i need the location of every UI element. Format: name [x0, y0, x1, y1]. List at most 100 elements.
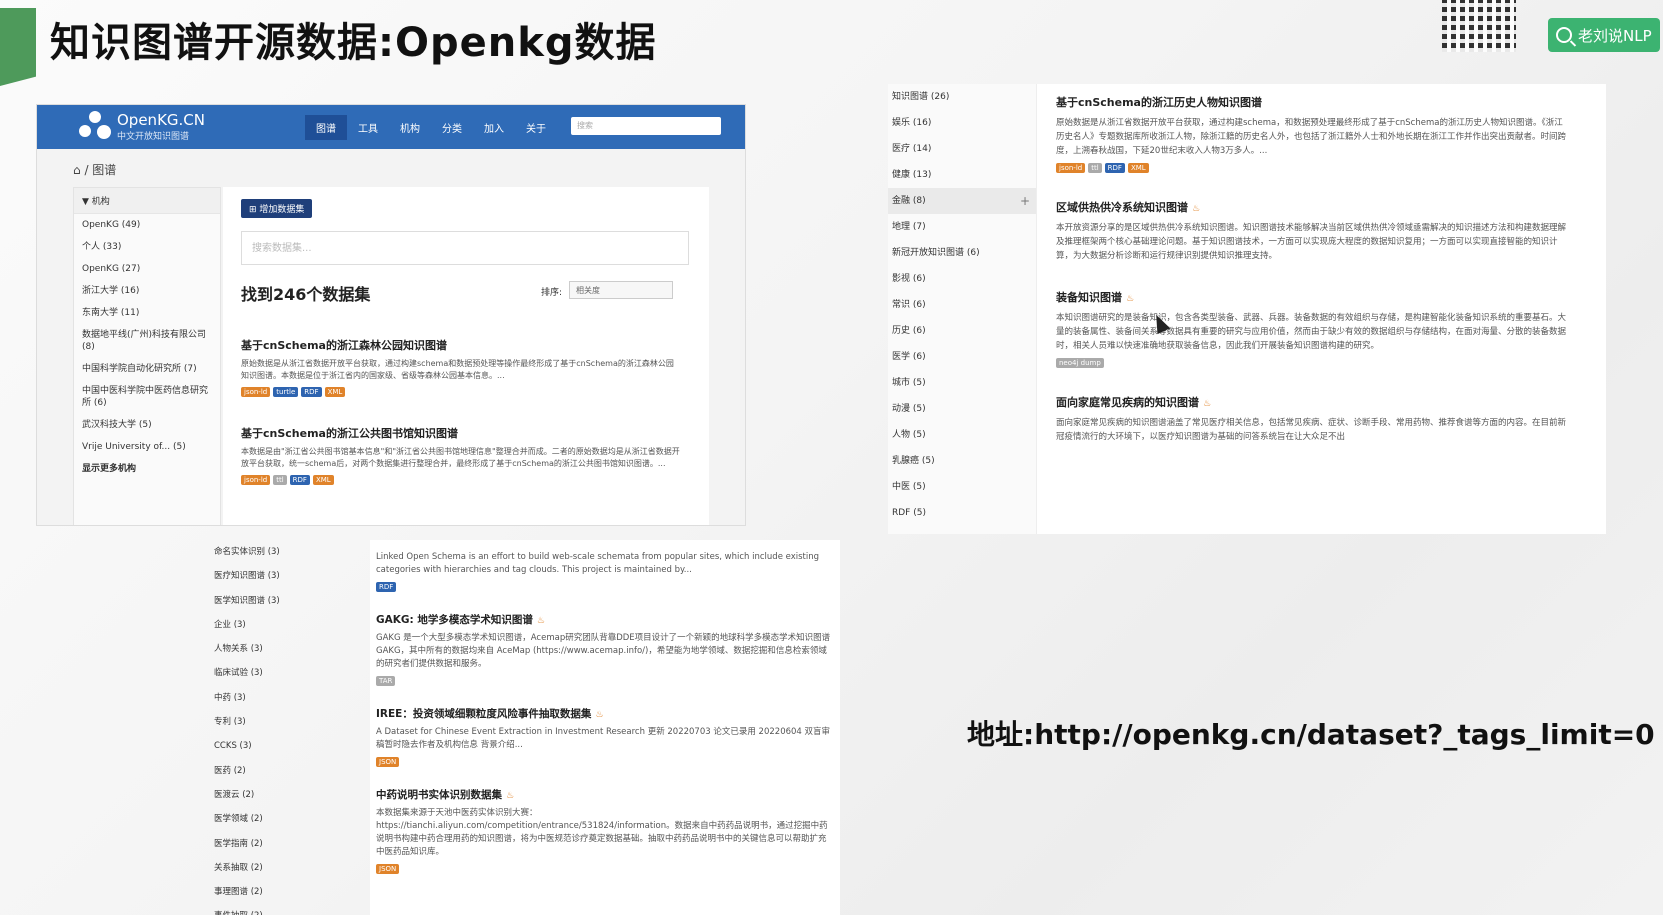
tag-item[interactable]: CCKS (3)	[200, 734, 340, 758]
dataset-item: 基于cnSchema的浙江公共图书馆知识图谱 本数据是由"浙江省公共图书馆基本信…	[241, 425, 681, 485]
dataset-results: ⊞ 增加数据集 搜索数据集... 找到246个数据集 排序: 相关度 基于cnS…	[223, 187, 709, 525]
format-tag[interactable]: json-ld	[1056, 163, 1086, 173]
menu-item-join[interactable]: 加入	[473, 115, 515, 140]
dataset-list: Linked Open Schema is an effort to build…	[370, 540, 840, 915]
format-tag[interactable]: ttl	[1088, 163, 1102, 173]
tag-item[interactable]: 事理图谱 (2)	[200, 880, 340, 904]
format-tag[interactable]: json-ld	[241, 475, 271, 485]
dataset-title[interactable]: GAKG: 地学多模态学术知识图谱	[376, 614, 533, 626]
tag-item[interactable]: 医学指南 (2)	[200, 832, 340, 856]
category-item[interactable]: 娱乐 (16)	[888, 110, 1036, 136]
tag-item[interactable]: 临床试验 (3)	[200, 661, 340, 685]
dataset-description: 本知识图谱研究的是装备知识，包含各类型装备、武器、兵器。装备数据的有效组织与存储…	[1056, 313, 1567, 351]
format-tag[interactable]: RDF	[1104, 163, 1125, 173]
openkg-logo-subtitle: 中文开放知识图谱	[117, 132, 190, 142]
facet-item[interactable]: OpenKG (49)	[74, 214, 220, 236]
add-dataset-button[interactable]: ⊞ 增加数据集	[241, 199, 313, 218]
format-tag[interactable]: ttl	[273, 475, 287, 485]
tag-item[interactable]: 医药 (2)	[200, 759, 340, 783]
facet-item[interactable]: 个人 (33)	[74, 236, 220, 258]
facet-item[interactable]: 中国科学院自动化研究所 (7)	[74, 358, 220, 380]
tag-item[interactable]: 医渡云 (2)	[200, 783, 340, 807]
tag-item[interactable]: 中药 (3)	[200, 686, 340, 710]
dataset-title[interactable]: 面向家庭常见疾病的知识图谱	[1056, 396, 1199, 409]
dataset-title[interactable]: 基于cnSchema的浙江森林公园知识图谱	[241, 337, 681, 353]
format-tag[interactable]: JSON	[376, 757, 400, 767]
menu-item-graphs[interactable]: 图谱	[305, 115, 347, 140]
menu-item-tools[interactable]: 工具	[347, 115, 389, 140]
format-tag[interactable]: JSON	[376, 864, 400, 874]
category-item[interactable]: 健康 (13)	[888, 162, 1036, 188]
category-item[interactable]: RDF (5)	[888, 500, 1036, 526]
menu-item-categories[interactable]: 分类	[431, 115, 473, 140]
format-tag[interactable]: neo4j dump	[1056, 358, 1104, 368]
format-tag[interactable]: XML	[324, 387, 346, 397]
category-item-selected[interactable]: 金融 (8)	[888, 188, 1036, 214]
dataset-item: IREE：投资领域细颗粒度风险事件抽取数据集 ♨ A Dataset for Ch…	[376, 706, 832, 767]
format-tag[interactable]: TAR	[376, 676, 396, 686]
category-item[interactable]: 医疗 (14)	[888, 136, 1036, 162]
format-tag[interactable]: RDF	[289, 475, 310, 485]
home-icon[interactable]: ⌂	[73, 163, 81, 177]
sort-select[interactable]: 相关度	[569, 281, 673, 299]
popular-flame-icon: ♨	[1126, 294, 1135, 304]
popular-flame-icon: ♨	[1203, 399, 1212, 409]
tag-item[interactable]: 医疗知识图谱 (3)	[200, 564, 340, 588]
category-item[interactable]: 乳腺癌 (5)	[888, 448, 1036, 474]
category-item[interactable]: 人物 (5)	[888, 422, 1036, 448]
category-item[interactable]: 中医 (5)	[888, 474, 1036, 500]
category-item[interactable]: 影视 (6)	[888, 266, 1036, 292]
facet-item[interactable]: Vrije University of... (5)	[74, 436, 220, 458]
tag-item[interactable]: 企业 (3)	[200, 613, 340, 637]
facet-item[interactable]: 中国中医科学院中医药信息研究所 (6)	[74, 380, 220, 414]
dataset-search-input[interactable]: 搜索数据集...	[241, 231, 689, 265]
tag-item[interactable]: 关系抽取 (2)	[200, 856, 340, 880]
tag-sidebar: 命名实体识别 (3) 医疗知识图谱 (3) 医学知识图谱 (3) 企业 (3) …	[200, 540, 340, 915]
tag-item[interactable]: 专利 (3)	[200, 710, 340, 734]
dataset-title-row: IREE：投资领域细颗粒度风险事件抽取数据集 ♨	[376, 706, 832, 721]
category-item[interactable]: 地理 (7)	[888, 214, 1036, 240]
format-tag[interactable]: turtle	[273, 387, 299, 397]
qr-code-icon	[1442, 0, 1516, 52]
category-item[interactable]: 历史 (6)	[888, 318, 1036, 344]
dataset-item: 装备知识图谱 ♨ 本知识图谱研究的是装备知识，包含各类型装备、武器、兵器。装备数据…	[1056, 289, 1566, 368]
dataset-title[interactable]: 装备知识图谱	[1056, 291, 1122, 304]
tag-item[interactable]: 命名实体识别 (3)	[200, 540, 340, 564]
facet-item[interactable]: 浙江大学 (16)	[74, 280, 220, 302]
category-item[interactable]: 医学 (6)	[888, 344, 1036, 370]
tag-item[interactable]: 人物关系 (3)	[200, 637, 340, 661]
dataset-title[interactable]: 中药说明书实体识别数据集	[376, 789, 502, 801]
show-more-orgs-link[interactable]: 显示更多机构	[74, 458, 220, 480]
dataset-description: 原始数据是从浙江省数据开放平台获取，通过构建schema，和数据预处理最终形成了…	[1056, 118, 1567, 156]
openkg-search-input[interactable]: 搜索	[571, 117, 721, 135]
tag-item[interactable]: 医学知识图谱 (3)	[200, 589, 340, 613]
menu-item-about[interactable]: 关于	[515, 115, 557, 140]
menu-item-orgs[interactable]: 机构	[389, 115, 431, 140]
dataset-title-row: 中药说明书实体识别数据集 ♨	[376, 787, 832, 802]
format-tag[interactable]: XML	[312, 475, 334, 485]
facet-item[interactable]: 武汉科技大学 (5)	[74, 414, 220, 436]
openkg-logo-title[interactable]: OpenKG.CN	[117, 111, 205, 129]
format-tag[interactable]: json-ld	[241, 387, 271, 397]
facet-item[interactable]: 东南大学 (11)	[74, 302, 220, 324]
category-item[interactable]: 常识 (6)	[888, 292, 1036, 318]
dataset-title[interactable]: 基于cnSchema的浙江公共图书馆知识图谱	[241, 425, 681, 441]
dataset-title[interactable]: 区域供热供冷系统知识图谱	[1056, 201, 1188, 214]
format-tag[interactable]: RDF	[376, 582, 397, 592]
dataset-title[interactable]: IREE：投资领域细颗粒度风险事件抽取数据集	[376, 708, 591, 720]
openkg-logo-icon[interactable]	[79, 111, 111, 143]
category-item[interactable]: 新冠开放知识图谱 (6)	[888, 240, 1036, 266]
facet-item[interactable]: OpenKG (27)	[74, 258, 220, 280]
category-item[interactable]: 动漫 (5)	[888, 396, 1036, 422]
breadcrumb-label[interactable]: / 图谱	[84, 163, 116, 177]
category-item[interactable]: 城市 (5)	[888, 370, 1036, 396]
format-tag[interactable]: XML	[1127, 163, 1149, 173]
tag-item[interactable]: 医学领域 (2)	[200, 807, 340, 831]
tag-item[interactable]: 事件抽取 (2)	[200, 904, 340, 915]
badge-label: 老刘说NLP	[1578, 26, 1652, 45]
category-item[interactable]: 知识图谱 (26)	[888, 84, 1036, 110]
dataset-title-row: GAKG: 地学多模态学术知识图谱 ♨	[376, 612, 832, 627]
facet-item[interactable]: 数据地平线(广州)科技有限公司 (8)	[74, 324, 220, 358]
dataset-title[interactable]: 基于cnSchema的浙江历史人物知识图谱	[1056, 94, 1566, 110]
format-tag[interactable]: RDF	[301, 387, 322, 397]
